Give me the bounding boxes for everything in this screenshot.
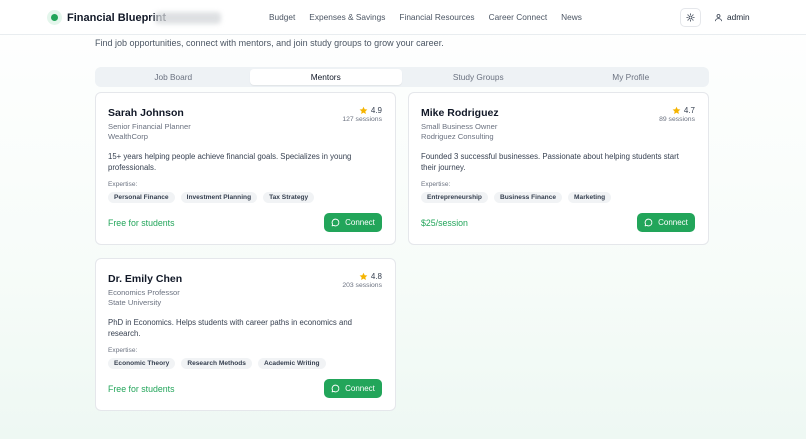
- sun-icon: [686, 13, 695, 22]
- mentor-card: Dr. Emily Chen Economics Professor State…: [95, 258, 396, 411]
- rating-value: 4.7: [683, 106, 695, 115]
- theme-toggle-button[interactable]: [680, 8, 701, 27]
- expertise-tag: Tax Strategy: [263, 192, 315, 203]
- connect-label: Connect: [345, 384, 375, 393]
- expertise-tags: Economic Theory Research Methods Academi…: [108, 358, 326, 369]
- nav-link-expenses-savings[interactable]: Expenses & Savings: [309, 12, 385, 22]
- mentor-rating: 4.8 203 sessions: [342, 272, 382, 289]
- mentor-name: Sarah Johnson: [108, 107, 184, 119]
- mentor-description: 15+ years helping people achieve financi…: [108, 152, 352, 172]
- tab-mentors[interactable]: Mentors: [249, 69, 402, 85]
- chat-bubble-icon: [331, 384, 340, 393]
- star-icon: [359, 272, 368, 281]
- expertise-tag: Research Methods: [181, 358, 252, 369]
- main-nav: Budget Expenses & Savings Financial Reso…: [269, 12, 582, 22]
- expertise-label: Expertise:: [108, 181, 138, 188]
- expertise-label: Expertise:: [421, 181, 451, 188]
- top-navbar: Financial Blueprint Budget Expenses & Sa…: [0, 0, 806, 35]
- tab-study-groups[interactable]: Study Groups: [402, 69, 555, 85]
- brand-name: Financial Blueprint: [67, 11, 167, 24]
- expertise-tags: Personal Finance Investment Planning Tax…: [108, 192, 315, 203]
- expertise-tag: Investment Planning: [180, 192, 258, 203]
- mentor-card: Sarah Johnson Senior Financial Planner W…: [95, 92, 396, 245]
- career-tabs: Job Board Mentors Study Groups My Profil…: [95, 67, 709, 87]
- chat-bubble-icon: [644, 218, 653, 227]
- star-icon: [672, 106, 681, 115]
- user-menu[interactable]: admin: [714, 12, 750, 22]
- tab-job-board[interactable]: Job Board: [97, 69, 250, 85]
- rating-value: 4.8: [370, 272, 382, 281]
- mentor-role: Economics Professor: [108, 288, 180, 297]
- expertise-label: Expertise:: [108, 347, 138, 354]
- user-name: admin: [727, 12, 750, 22]
- connect-label: Connect: [345, 218, 375, 227]
- tab-my-profile[interactable]: My Profile: [555, 69, 708, 85]
- mentor-name: Dr. Emily Chen: [108, 273, 183, 285]
- expertise-tag: Entrepreneurship: [421, 192, 488, 203]
- connect-button[interactable]: Connect: [324, 213, 382, 232]
- mentor-role: Senior Financial Planner: [108, 122, 191, 131]
- mentor-price: $25/session: [421, 218, 468, 228]
- mentor-card: Mike Rodriguez Small Business Owner Rodr…: [408, 92, 709, 245]
- expertise-tag: Academic Writing: [257, 358, 326, 369]
- nav-link-financial-resources[interactable]: Financial Resources: [399, 12, 474, 22]
- mentor-name: Mike Rodriguez: [421, 107, 499, 119]
- mentor-price: Free for students: [108, 218, 175, 228]
- session-count: 89 sessions: [659, 116, 695, 123]
- expertise-tag: Economic Theory: [108, 358, 176, 369]
- chat-bubble-icon: [331, 218, 340, 227]
- expertise-tag: Business Finance: [493, 192, 563, 203]
- mentor-rating: 4.9 127 sessions: [342, 106, 382, 123]
- connect-label: Connect: [658, 218, 688, 227]
- mentor-role: Small Business Owner: [421, 122, 498, 131]
- mentor-description: PhD in Economics. Helps students with ca…: [108, 318, 352, 338]
- page-subtitle: Find job opportunities, connect with men…: [95, 38, 444, 48]
- mentor-company: State University: [108, 298, 162, 307]
- mentor-description: Founded 3 successful businesses. Passion…: [421, 152, 679, 172]
- connect-button[interactable]: Connect: [637, 213, 695, 232]
- session-count: 127 sessions: [342, 116, 382, 123]
- mentor-rating: 4.7 89 sessions: [659, 106, 695, 123]
- expertise-tag: Personal Finance: [108, 192, 175, 203]
- connect-button[interactable]: Connect: [324, 379, 382, 398]
- user-icon: [715, 13, 722, 21]
- brand-logo-link[interactable]: Financial Blueprint: [47, 10, 221, 25]
- nav-link-news[interactable]: News: [561, 12, 582, 22]
- nav-link-career-connect[interactable]: Career Connect: [489, 12, 548, 22]
- mentor-price: Free for students: [108, 384, 175, 394]
- mentor-company: WealthCorp: [108, 132, 148, 141]
- mentor-company: Rodriguez Consulting: [421, 132, 494, 141]
- expertise-tags: Entrepreneurship Business Finance Market…: [421, 192, 612, 203]
- session-count: 203 sessions: [342, 282, 382, 289]
- expertise-tag: Marketing: [568, 192, 612, 203]
- star-icon: [359, 106, 368, 115]
- nav-link-budget[interactable]: Budget: [269, 12, 295, 22]
- blurred-region: [155, 12, 221, 24]
- brand-logo-icon: [47, 10, 62, 25]
- rating-value: 4.9: [370, 106, 382, 115]
